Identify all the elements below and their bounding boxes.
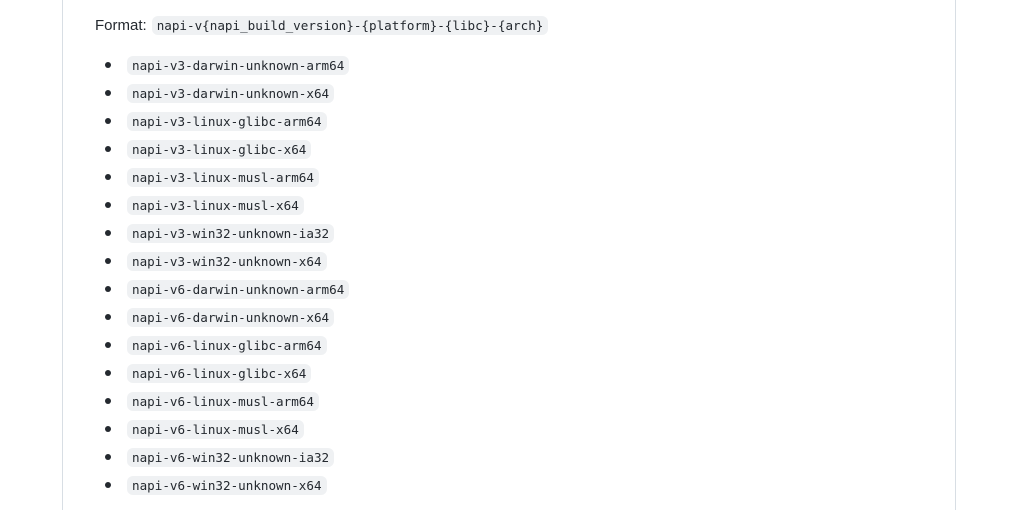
bullet-icon	[105, 482, 111, 488]
format-pattern-code: napi-v{napi_build_version}-{platform}-{l…	[151, 15, 549, 35]
list-item: napi-v3-linux-musl-arm64	[105, 163, 349, 191]
list-item: napi-v6-darwin-unknown-x64	[105, 303, 349, 331]
prebuild-target-list: napi-v3-darwin-unknown-arm64 napi-v3-dar…	[105, 51, 350, 499]
target-code: napi-v3-win32-unknown-ia32	[127, 223, 335, 243]
list-item: napi-v3-linux-musl-x64	[105, 191, 349, 219]
bullet-icon	[105, 202, 111, 208]
format-label: Format:	[95, 16, 147, 34]
list-item: napi-v6-darwin-unknown-arm64	[105, 275, 350, 303]
target-code: napi-v3-linux-musl-arm64	[127, 167, 319, 187]
bullet-icon	[105, 286, 111, 292]
bullet-icon	[105, 174, 111, 180]
target-code: napi-v6-win32-unknown-x64	[127, 475, 327, 495]
target-code: napi-v6-linux-musl-x64	[127, 419, 304, 439]
list-item: napi-v6-linux-musl-x64	[105, 415, 349, 443]
bullet-icon	[105, 342, 111, 348]
readme-content-panel: Format: napi-v{napi_build_version}-{plat…	[62, 0, 956, 510]
bullet-icon	[105, 398, 111, 404]
list-item: napi-v6-linux-musl-arm64	[105, 387, 349, 415]
bullet-icon	[105, 118, 111, 124]
list-item: napi-v6-win32-unknown-x64	[105, 471, 349, 499]
target-code: napi-v6-darwin-unknown-arm64	[127, 279, 350, 299]
format-line: Format: napi-v{napi_build_version}-{plat…	[95, 14, 549, 36]
target-code: napi-v6-linux-glibc-x64	[127, 363, 312, 383]
target-code: napi-v6-win32-unknown-ia32	[127, 447, 335, 467]
list-item: napi-v6-win32-unknown-ia32	[105, 443, 349, 471]
list-item: napi-v6-linux-glibc-arm64	[105, 331, 349, 359]
bullet-icon	[105, 258, 111, 264]
bullet-icon	[105, 230, 111, 236]
list-item: napi-v3-linux-glibc-arm64	[105, 107, 349, 135]
list-item: napi-v3-darwin-unknown-x64	[105, 79, 349, 107]
target-code: napi-v3-darwin-unknown-arm64	[127, 55, 350, 75]
target-code: napi-v3-linux-glibc-x64	[127, 139, 312, 159]
bullet-icon	[105, 370, 111, 376]
bullet-icon	[105, 314, 111, 320]
target-code: napi-v6-darwin-unknown-x64	[127, 307, 335, 327]
target-code: napi-v3-linux-glibc-arm64	[127, 111, 327, 131]
list-item: napi-v3-win32-unknown-x64	[105, 247, 349, 275]
bullet-icon	[105, 454, 111, 460]
list-item: napi-v3-linux-glibc-x64	[105, 135, 349, 163]
target-code: napi-v3-linux-musl-x64	[127, 195, 304, 215]
target-code: napi-v6-linux-musl-arm64	[127, 391, 319, 411]
target-code: napi-v3-darwin-unknown-x64	[127, 83, 335, 103]
target-code: napi-v6-linux-glibc-arm64	[127, 335, 327, 355]
target-code: napi-v3-win32-unknown-x64	[127, 251, 327, 271]
list-item: napi-v3-win32-unknown-ia32	[105, 219, 349, 247]
bullet-icon	[105, 62, 111, 68]
bullet-icon	[105, 426, 111, 432]
bullet-icon	[105, 90, 111, 96]
list-item: napi-v3-darwin-unknown-arm64	[105, 51, 350, 79]
bullet-icon	[105, 146, 111, 152]
list-item: napi-v6-linux-glibc-x64	[105, 359, 349, 387]
